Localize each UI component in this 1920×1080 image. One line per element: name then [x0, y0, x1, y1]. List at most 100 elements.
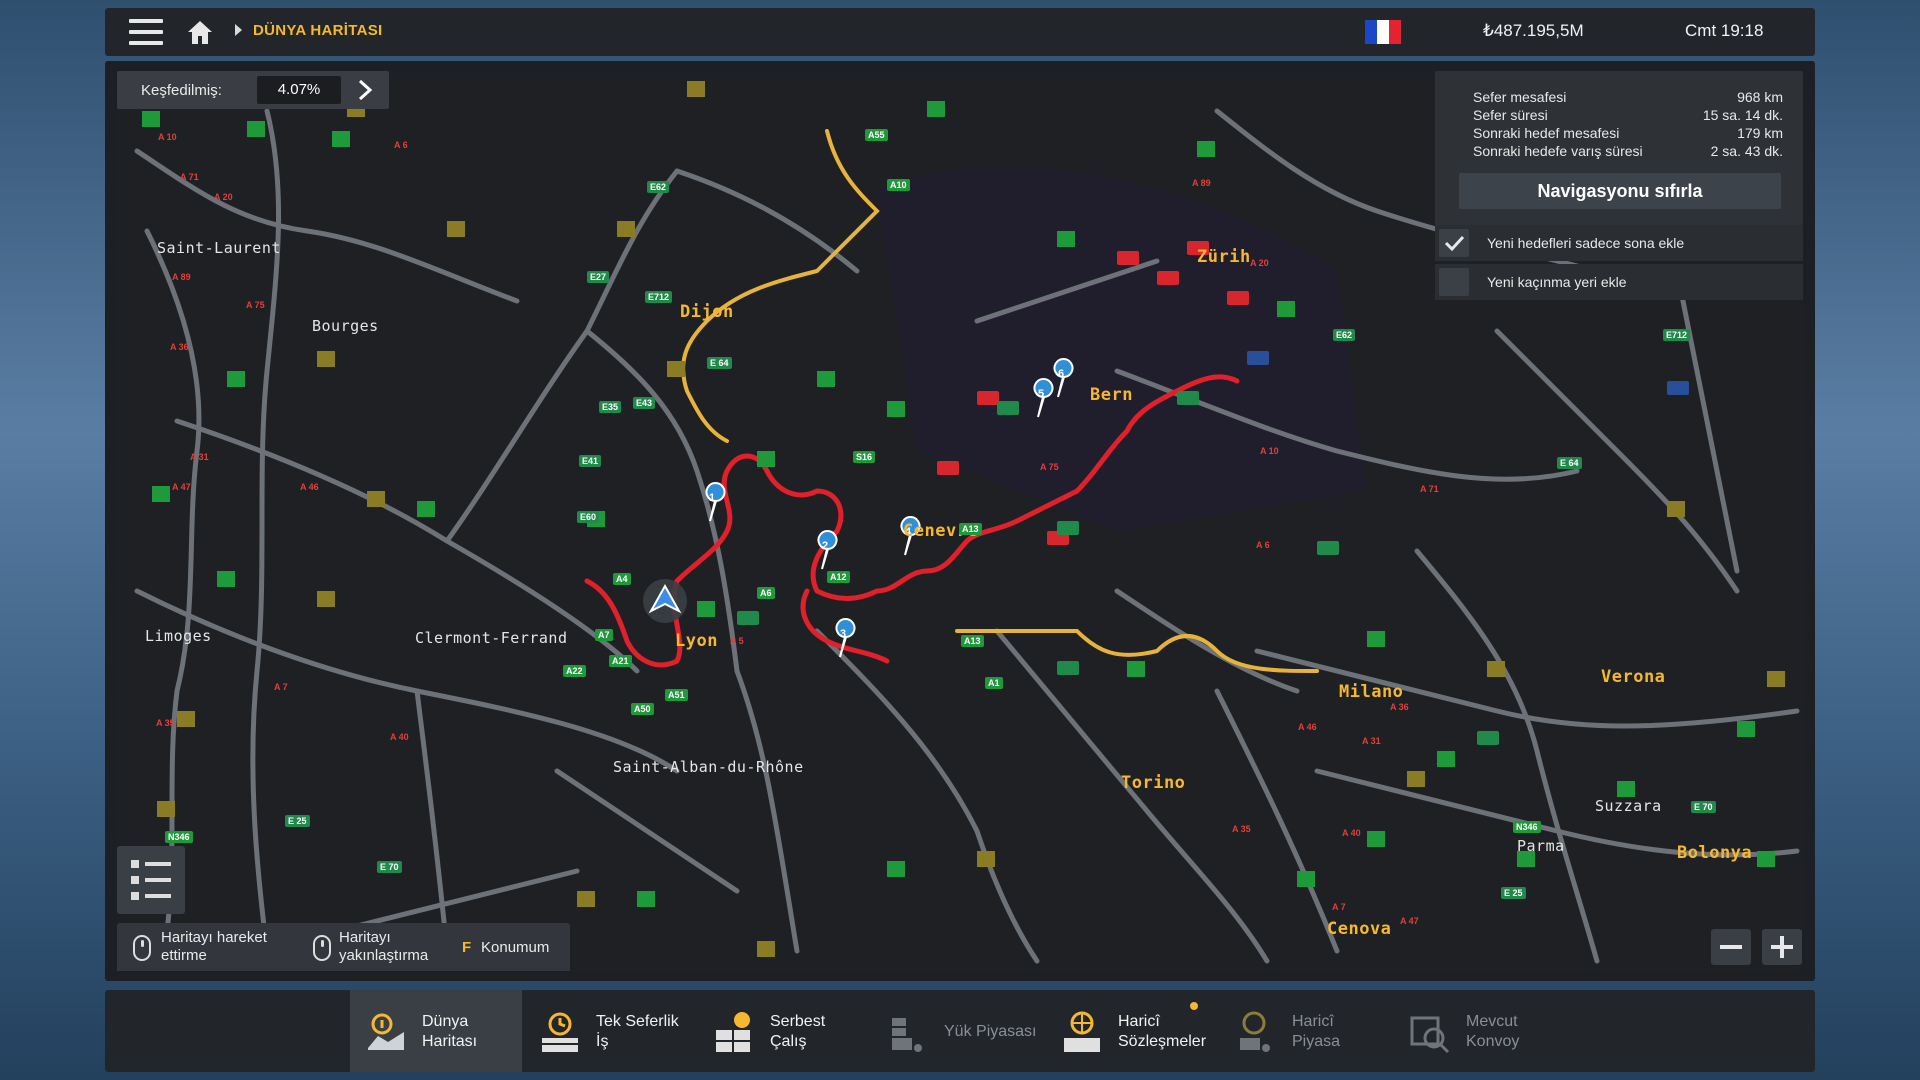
menu-icon[interactable]: [129, 19, 163, 45]
cargo-market-icon: [892, 1018, 922, 1052]
hint-zoom-map: Haritayı yakınlaştırma: [339, 929, 429, 964]
road-label: E 64: [707, 357, 732, 369]
nav-row-key: Sonraki hedef mesafesi: [1473, 125, 1620, 141]
globe-cargo-icon: [1064, 1011, 1100, 1052]
nav-row-key: Sefer mesafesi: [1473, 89, 1567, 105]
road-label: A 36: [170, 342, 189, 352]
zoom-out-button[interactable]: [1711, 929, 1751, 965]
tab-freelance[interactable]: Serbest Çalış: [698, 990, 870, 1072]
tab-external-contracts[interactable]: Haricî Sözleşmeler: [1046, 990, 1218, 1072]
tab-external-market[interactable]: Haricî Piyasa: [1220, 990, 1392, 1072]
explored-label: Keşfedilmiş:: [141, 82, 222, 99]
route-marker-5[interactable]: 5: [1038, 388, 1044, 400]
road-label: A 46: [300, 482, 319, 492]
tab-label: Serbest Çalış: [770, 1013, 826, 1050]
tab-label: Haricî Sözleşmeler: [1118, 1013, 1207, 1050]
road-label: A1: [985, 677, 1003, 689]
road-label: A 20: [214, 192, 233, 202]
road-label: A 10: [1260, 446, 1279, 456]
road-label: A 71: [1420, 484, 1439, 494]
tab-cargo-market[interactable]: Yük Piyasası: [872, 990, 1044, 1072]
tab-world-map[interactable]: Dünya Haritası: [350, 990, 522, 1072]
road-label: A 89: [172, 272, 191, 282]
road-label: A12: [827, 571, 850, 583]
option-add-avoid-point[interactable]: Yeni kaçınma yeri ekle: [1435, 264, 1803, 300]
road-label: A 89: [1192, 178, 1211, 188]
road-label: E60: [577, 511, 600, 523]
route-marker-1[interactable]: 1: [709, 492, 715, 504]
chevron-right-icon[interactable]: [353, 78, 377, 102]
road-label: A 31: [190, 452, 209, 462]
option-label: Yeni hedefleri sadece sona ekle: [1487, 235, 1685, 251]
road-label: A22: [563, 665, 586, 677]
route-marker-2[interactable]: 2: [822, 540, 828, 552]
city-label: Lyon: [675, 631, 718, 651]
reset-navigation-button[interactable]: Navigasyonu sıfırla: [1459, 173, 1781, 209]
road-label: E43: [633, 397, 656, 409]
nav-row-key: Sonraki hedefe varış süresi: [1473, 143, 1643, 159]
breadcrumb-arrow-icon: [235, 24, 242, 36]
road-label: A 40: [390, 732, 409, 742]
home-icon[interactable]: [185, 17, 215, 47]
mouse-wheel-icon: [313, 935, 331, 961]
road-label: E35: [599, 401, 622, 413]
road-label: E 64: [1557, 457, 1582, 469]
road-label: A 71: [180, 172, 199, 182]
checkmark-icon: [1444, 235, 1465, 252]
hint-move-map: Haritayı hareket ettirme: [161, 929, 267, 964]
world-map[interactable]: 1 2 3 4 5 6 Saint-Laurent Bourges Limoge…: [117, 71, 1803, 971]
nav-row-value: 179 km: [1737, 125, 1783, 141]
control-hints: Haritayı hareket ettirme Haritayı yakınl…: [117, 923, 570, 971]
bottom-tab-bar: Dünya Haritası Tek Seferlik İş Serbest Ç…: [105, 990, 1815, 1072]
nav-row-value: 968 km: [1737, 89, 1783, 105]
city-label: Bern: [1090, 385, 1133, 405]
road-label: A13: [959, 523, 982, 535]
city-label: Parma: [1517, 837, 1565, 855]
nav-row-value: 15 sa. 14 dk.: [1702, 107, 1783, 123]
checkbox[interactable]: [1439, 268, 1469, 296]
breadcrumb: DÜNYA HARİTASI: [253, 22, 383, 39]
road-label: A 6: [394, 140, 408, 150]
city-label: Saint-Alban-du-Rhône: [613, 758, 804, 776]
tab-current-convoy[interactable]: Mevcut Konvoy: [1394, 990, 1566, 1072]
road-label: A21: [609, 655, 632, 667]
road-label: E 70: [377, 861, 402, 873]
road-label: E 25: [1501, 887, 1526, 899]
mouse-drag-icon: [133, 935, 151, 961]
road-label: A 7: [274, 682, 288, 692]
road-label: E62: [1333, 329, 1356, 341]
road-label: A 35: [156, 718, 175, 728]
clock-cargo-icon: [542, 1012, 578, 1052]
tab-label: Haricî Piyasa: [1292, 1013, 1341, 1050]
road-label: N346: [1513, 821, 1541, 833]
convoy-search-icon: [1410, 1016, 1450, 1054]
road-label: A 75: [1040, 462, 1059, 472]
key-f-icon: F: [462, 939, 472, 956]
tab-label: Dünya Haritası: [422, 1013, 478, 1050]
hint-my-location: Konumum: [481, 939, 550, 956]
road-label: A 5: [730, 636, 744, 646]
road-label: A10: [887, 179, 910, 191]
road-label: A 10: [158, 132, 177, 142]
road-label: A 40: [1342, 828, 1361, 838]
checkbox[interactable]: [1439, 229, 1469, 257]
city-label: Zürih: [1197, 247, 1251, 267]
road-label: E 70: [1691, 801, 1716, 813]
road-label: E712: [1663, 329, 1691, 341]
top-bar: DÜNYA HARİTASI ₺487.195,5M Cmt 19:18: [105, 8, 1815, 56]
city-label: Bourges: [312, 317, 379, 335]
road-label: A55: [865, 129, 888, 141]
road-label: A51: [665, 689, 688, 701]
route-marker-3[interactable]: 3: [840, 628, 846, 640]
map-legend-button[interactable]: [117, 846, 185, 914]
city-label: Bolonya: [1677, 843, 1753, 863]
option-add-destinations-end[interactable]: Yeni hedefleri sadece sona ekle: [1435, 225, 1803, 261]
tab-single-job[interactable]: Tek Seferlik İş: [524, 990, 696, 1072]
city-label: Saint-Laurent: [157, 239, 281, 257]
zoom-in-button[interactable]: [1762, 929, 1802, 965]
road-label: A 75: [246, 300, 265, 310]
nav-row-value: 2 sa. 43 dk.: [1710, 143, 1783, 159]
city-label: Limoges: [145, 627, 212, 645]
route-marker-6[interactable]: 6: [1058, 368, 1064, 380]
road-label: A 35: [1232, 824, 1251, 834]
